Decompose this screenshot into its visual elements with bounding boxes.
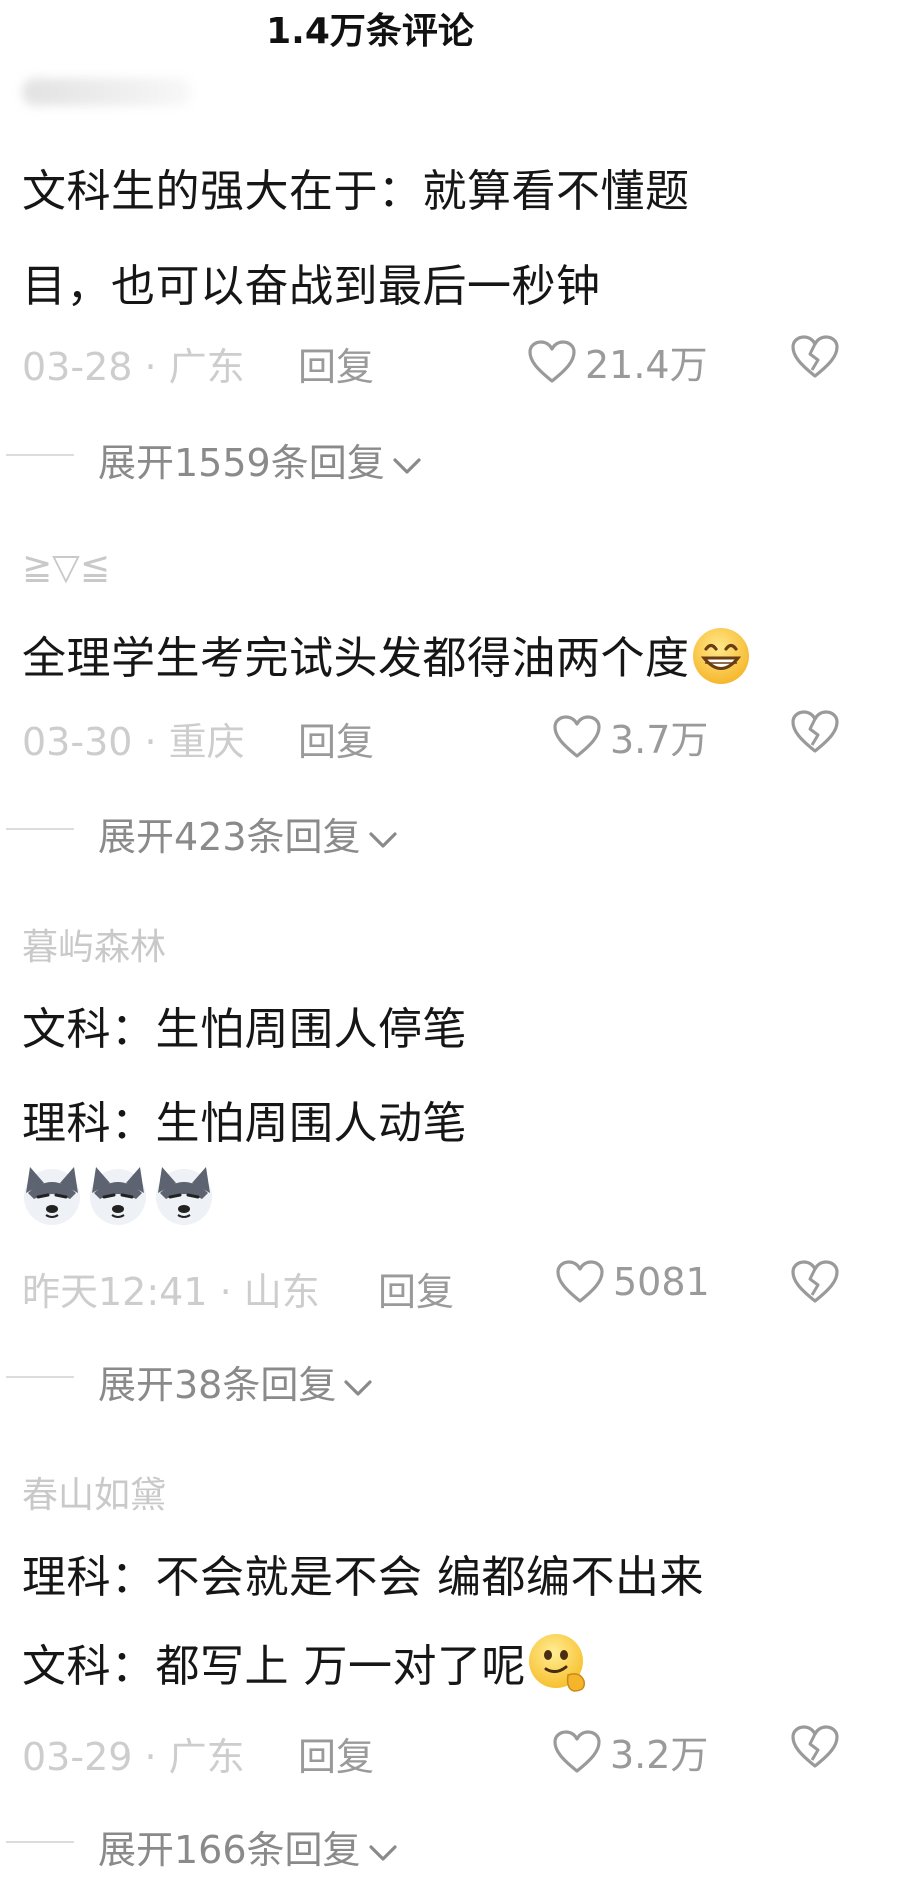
expand-replies-label: 展开423条回复 <box>98 806 401 861</box>
comment-text-line: 理科：生怕周围人动笔 <box>22 1098 467 1149</box>
expand-replies[interactable]: 展开38条回复 <box>0 1346 460 1409</box>
reply-button[interactable]: 回复 <box>298 1726 374 1781</box>
comment-text-line: 目，也可以奋战到最后一秒钟 <box>22 261 601 312</box>
expand-replies-label: 展开166条回复 <box>98 1819 401 1874</box>
dislike-button[interactable] <box>790 1259 840 1309</box>
grinning-emoji <box>690 625 752 698</box>
heart-outline-icon <box>553 714 601 758</box>
comment-username[interactable]: 暮屿森林 <box>22 918 166 970</box>
reply-button[interactable]: 回复 <box>378 1261 454 1316</box>
heart-outline-icon <box>528 339 576 383</box>
broken-heart-icon <box>791 1260 839 1303</box>
broken-heart-icon <box>791 1725 839 1768</box>
like-button[interactable]: 5081 <box>555 1259 710 1305</box>
like-count: 3.2万 <box>610 1733 709 1777</box>
husky-dog-emoji <box>152 1163 216 1231</box>
username-blurred[interactable] <box>22 78 192 106</box>
broken-heart-icon <box>791 710 839 753</box>
comment-text-line: 理科：不会就是不会 编都编不出来 <box>22 1552 704 1603</box>
heart-outline-icon <box>553 1729 601 1773</box>
dislike-button[interactable] <box>790 334 840 384</box>
divider-line <box>6 828 74 830</box>
heart-outline-icon <box>556 1260 604 1303</box>
comment-meta: 03-28 · 广东 回复 21.4万 <box>0 330 903 390</box>
like-button[interactable]: 3.7万 <box>552 709 708 764</box>
comment-text-line: 文科：生怕周围人停笔 <box>22 1004 467 1055</box>
divider-line <box>6 1376 74 1378</box>
like-count: 5081 <box>613 1260 710 1304</box>
chevron-down-icon <box>368 1844 397 1861</box>
expand-replies[interactable]: 展开423条回复 <box>0 798 460 861</box>
chevron-down-icon <box>344 1379 372 1396</box>
chevron-down-icon <box>393 457 421 474</box>
comment-meta: 昨天12:41 · 山东 回复 5081 <box>0 1255 903 1315</box>
expand-replies-label: 展开38条回复 <box>98 1354 376 1409</box>
comment-text-line: 文科：都写上 万一对了呢 <box>22 1630 592 1708</box>
comment-username[interactable]: ≧▽≦ <box>22 547 110 588</box>
comment-text-line: 文科生的强大在于：就算看不懂题 <box>22 166 690 217</box>
divider-line <box>6 1841 74 1843</box>
like-button[interactable]: 21.4万 <box>527 334 708 389</box>
like-count: 21.4万 <box>585 343 708 387</box>
comments-count-title: 1.4万条评论 <box>266 11 474 52</box>
comment-time-location: 03-30 · 重庆 <box>22 720 245 764</box>
comment-meta: 03-30 · 重庆 回复 3.7万 <box>0 705 903 765</box>
reply-button[interactable]: 回复 <box>298 711 374 766</box>
comment-time-location: 03-29 · 广东 <box>22 1735 245 1779</box>
expand-replies-label: 展开1559条回复 <box>98 432 425 487</box>
reply-button[interactable]: 回复 <box>298 336 374 391</box>
like-button[interactable]: 3.2万 <box>552 1724 708 1779</box>
husky-dog-emoji <box>86 1163 150 1231</box>
comment-username[interactable]: 春山如黛 <box>22 1466 166 1518</box>
comment-meta: 03-29 · 广东 回复 3.2万 <box>0 1720 903 1780</box>
comment-text-line: 全理学生考完试头发都得油两个度 <box>22 622 752 698</box>
comment-time-location: 昨天12:41 · 山东 <box>22 1270 320 1314</box>
emoji-row <box>20 1163 216 1231</box>
like-count: 3.7万 <box>610 718 709 762</box>
expand-replies[interactable]: 展开166条回复 <box>0 1811 460 1874</box>
comment-time-location: 03-28 · 广东 <box>22 345 245 389</box>
dislike-button[interactable] <box>790 1724 840 1774</box>
chevron-down-icon <box>368 831 397 848</box>
expand-replies[interactable]: 展开1559条回复 <box>0 424 460 487</box>
divider-line <box>6 454 74 456</box>
broken-heart-icon <box>791 335 839 378</box>
smirk-emoji <box>526 1631 592 1708</box>
husky-dog-emoji <box>20 1163 84 1231</box>
dislike-button[interactable] <box>790 709 840 759</box>
